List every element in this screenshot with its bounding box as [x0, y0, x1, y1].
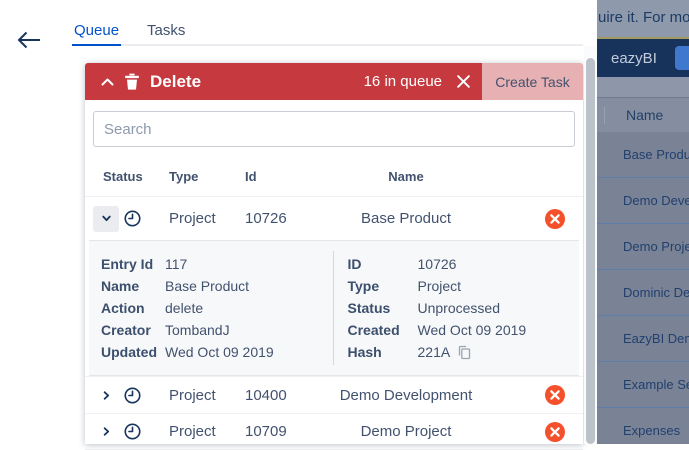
detail-value: Project [418, 275, 462, 297]
background-table-header: Name [597, 97, 689, 132]
detail-value: TombandJ [165, 319, 230, 341]
column-header-type[interactable]: Type [169, 169, 245, 184]
remove-from-queue-button[interactable] [527, 385, 583, 405]
search-container [85, 100, 583, 156]
detail-value: 10726 [418, 253, 457, 275]
detail-label: Action [101, 297, 165, 319]
panel-header-main: Delete 16 in queue [85, 63, 482, 100]
chevron-right-icon[interactable] [93, 419, 119, 445]
row-id: 10400 [245, 387, 335, 404]
panel-header: Delete 16 in queue Create Task [85, 63, 583, 100]
queue-row[interactable]: Project 10726 Base Product [85, 196, 583, 240]
detail-value: 117 [165, 253, 187, 275]
row-id: 10709 [245, 423, 335, 440]
detail-value: Unprocessed [418, 297, 501, 319]
clock-status-icon [123, 386, 169, 405]
back-arrow-icon [16, 38, 42, 55]
queue-count-badge: 16 in queue [364, 73, 442, 90]
panel-title: Delete [150, 72, 201, 92]
column-header-name[interactable]: Name [335, 169, 527, 184]
detail-label: Updated [101, 341, 165, 363]
chevron-down-icon[interactable] [93, 206, 119, 232]
detail-label: Created [348, 319, 418, 341]
background-table-row[interactable]: Demo Proje [597, 224, 689, 270]
column-divider [604, 107, 605, 124]
row-type: Project [169, 387, 245, 404]
detail-label: Hash [348, 341, 418, 363]
eazybi-logo[interactable]: eazyBI [611, 50, 657, 67]
row-name: Demo Project [335, 423, 527, 440]
background-table-row[interactable]: EazyBI Dem [597, 316, 689, 362]
navbar-button[interactable] [675, 46, 689, 70]
queue-table-header: Status Type Id Name [85, 156, 583, 196]
page-banner-text: uire it. For mor [597, 0, 689, 37]
detail-value: Wed Oct 09 2019 [418, 319, 527, 341]
scrollbar-thumb[interactable] [586, 58, 595, 444]
hash-value: 221A [418, 341, 451, 363]
background-table-row[interactable]: Expenses [597, 408, 689, 444]
detail-value: Base Product [165, 275, 249, 297]
details-right-column: ID10726 TypeProject StatusUnprocessed Cr… [333, 251, 580, 365]
detail-label: Entry Id [101, 253, 165, 275]
background-column-header-name[interactable]: Name [626, 107, 663, 123]
top-navbar: eazyBI [597, 39, 689, 77]
tab-queue[interactable]: Queue [72, 22, 121, 46]
row-type: Project [169, 423, 245, 440]
remove-from-queue-button[interactable] [527, 209, 583, 229]
row-type: Project [169, 210, 245, 227]
search-input[interactable] [93, 111, 575, 147]
row-name: Demo Development [335, 387, 527, 404]
detail-label: Name [101, 275, 165, 297]
background-table-row[interactable]: Dominic De [597, 270, 689, 316]
copy-icon[interactable] [457, 345, 471, 360]
detail-value: Wed Oct 09 2019 [165, 341, 274, 363]
queue-app-region: Queue Tasks Delete 16 in queue [0, 0, 597, 444]
column-header-id[interactable]: Id [245, 169, 335, 184]
detail-label: Type [348, 275, 418, 297]
chevron-right-icon[interactable] [93, 382, 119, 408]
create-task-button[interactable]: Create Task [482, 63, 583, 100]
scrollbar-track[interactable] [584, 46, 597, 444]
tab-bar: Queue Tasks [72, 22, 583, 46]
row-name: Base Product [335, 210, 527, 227]
delete-queue-panel: Delete 16 in queue Create Task Status Ty… [85, 63, 583, 444]
column-header-status[interactable]: Status [93, 169, 169, 184]
detail-label: Creator [101, 319, 165, 341]
background-table-row[interactable]: Base Produ [597, 132, 689, 178]
clock-status-icon [123, 209, 169, 228]
detail-label: Status [348, 297, 418, 319]
detail-value: delete [165, 297, 203, 319]
remove-from-queue-button[interactable] [527, 422, 583, 442]
details-left-column: Entry Id117 NameBase Product Actiondelet… [89, 251, 333, 365]
background-table-row[interactable]: Demo Deve [597, 178, 689, 224]
background-table-row[interactable]: Example Se [597, 362, 689, 408]
row-id: 10726 [245, 210, 335, 227]
detail-label: ID [348, 253, 418, 275]
trash-icon [124, 73, 140, 90]
close-icon[interactable] [456, 74, 471, 89]
background-page: uire it. For mor eazyBI Name Base Produ … [597, 0, 689, 444]
clock-status-icon [123, 422, 169, 441]
queue-row[interactable]: Project 10709 Demo Project [85, 413, 583, 450]
toolbar-strip [597, 77, 689, 97]
tab-tasks[interactable]: Tasks [145, 22, 187, 44]
queue-item-details: Entry Id117 NameBase Product Actiondelet… [89, 240, 579, 376]
back-button[interactable] [16, 29, 42, 51]
queue-row[interactable]: Project 10400 Demo Development [85, 376, 583, 413]
collapse-chevron-up-icon[interactable] [100, 76, 115, 88]
